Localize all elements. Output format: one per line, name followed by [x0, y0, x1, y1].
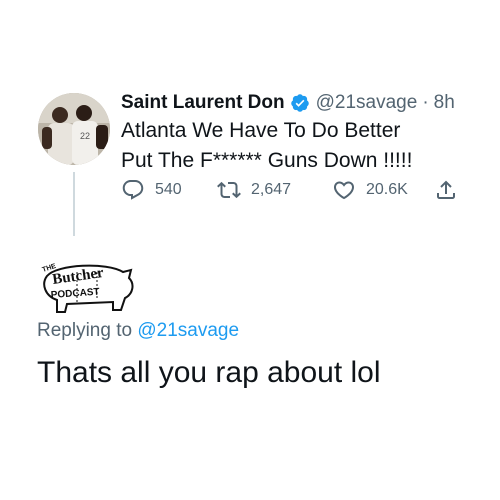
retweet-count: 2,647 [251, 181, 292, 198]
thread-line [73, 172, 75, 236]
share-icon [437, 180, 455, 199]
retweet-button[interactable]: 2,647 [217, 178, 291, 202]
replying-prefix: Replying to [37, 320, 133, 341]
reply-button[interactable]: 540 [121, 178, 182, 202]
tweet-header: Saint Laurent Don @21savage · 8h [121, 91, 455, 115]
avatar-jersey-number: 22 [80, 131, 90, 141]
verified-badge-icon [290, 94, 309, 112]
display-name[interactable]: Saint Laurent Don [121, 92, 285, 114]
retweet-icon [217, 181, 241, 199]
action-bar: 540 2,647 20.6K [121, 178, 471, 204]
like-count: 20.6K [366, 181, 408, 198]
avatar-photo: 22 [38, 93, 110, 165]
reply-count: 540 [155, 181, 182, 198]
replying-handle-link[interactable]: @21savage [137, 320, 239, 341]
reply-text: Thats all you rap about lol [37, 356, 381, 389]
like-button[interactable]: 20.6K [332, 178, 408, 202]
handle[interactable]: @21savage [316, 92, 418, 114]
original-tweet[interactable]: 22 Saint Laurent Don @21savage · 8h Atla… [0, 0, 500, 260]
timestamp[interactable]: 8h [434, 92, 455, 114]
tweet-text: Atlanta We Have To Do Better Put The F**… [121, 119, 413, 172]
replying-to: Replying to @21savage [37, 320, 239, 342]
reply-icon [122, 180, 144, 200]
butcher-podcast-logo[interactable]: THE Butcher PODCAST [37, 258, 137, 314]
share-button[interactable] [434, 178, 468, 202]
separator-dot: · [422, 92, 429, 113]
avatar[interactable]: 22 [38, 93, 110, 165]
like-icon [333, 181, 355, 200]
